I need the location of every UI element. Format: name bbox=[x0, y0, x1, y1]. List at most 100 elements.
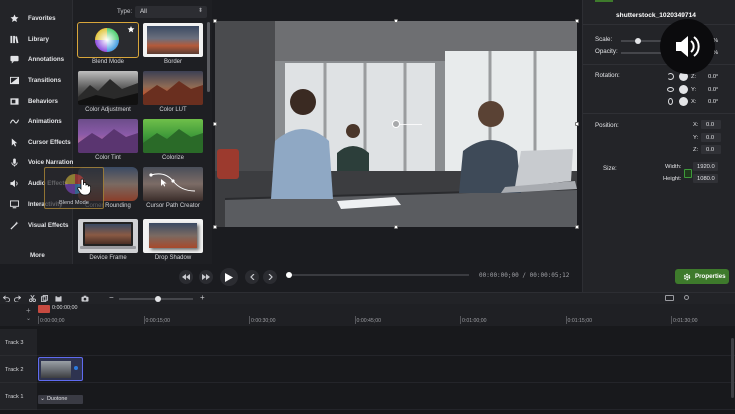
effect-tile-color-tint[interactable]: Color Tint bbox=[78, 119, 138, 164]
resize-handle-br[interactable] bbox=[575, 225, 579, 229]
previous-marker-button[interactable] bbox=[245, 270, 259, 284]
speaker-icon bbox=[10, 179, 19, 188]
resize-handle-b[interactable] bbox=[394, 225, 398, 229]
timeline-settings-icon[interactable] bbox=[684, 295, 689, 300]
effect-tile-label: Colorize bbox=[161, 155, 184, 161]
chevron-right-icon bbox=[268, 274, 273, 280]
timeline-snapshot-icon[interactable] bbox=[665, 295, 674, 301]
resize-handle-r[interactable] bbox=[575, 122, 579, 126]
nav-more-button[interactable]: More bbox=[30, 252, 45, 259]
duotone-effect-clip[interactable]: ⌄ Duotone bbox=[38, 395, 83, 404]
nav-transitions[interactable]: Transitions bbox=[0, 70, 73, 90]
resize-handle-bl[interactable] bbox=[213, 225, 217, 229]
rotation-y-dial[interactable] bbox=[679, 85, 688, 94]
position-y-field[interactable]: 0.0 bbox=[701, 133, 721, 142]
zoom-slider[interactable] bbox=[119, 296, 193, 302]
duotone-label: Duotone bbox=[47, 396, 68, 402]
zoom-in-icon[interactable]: + bbox=[200, 293, 205, 302]
color-adjustment-thumbnail bbox=[78, 71, 138, 105]
track-header-3[interactable]: Track 3 bbox=[0, 329, 37, 356]
effect-tile-border[interactable]: Border bbox=[143, 23, 203, 68]
track-header-1[interactable]: Track 1 bbox=[0, 383, 37, 410]
nav-library[interactable]: Library bbox=[0, 29, 73, 49]
timeline-tick-mark bbox=[460, 316, 461, 324]
step-forward-button[interactable] bbox=[199, 270, 213, 284]
effect-tile-color-adjustment[interactable]: Color Adjustment bbox=[78, 71, 138, 116]
copy-icon[interactable] bbox=[41, 295, 48, 302]
video-canvas[interactable] bbox=[215, 21, 577, 227]
position-x-field[interactable]: 0.0 bbox=[701, 120, 721, 129]
scrub-track[interactable] bbox=[286, 272, 469, 278]
timeline-ruler[interactable]: 0:00:00;00 + ⌄ 0:00:00;00 0:00:15;00 0:00:… bbox=[0, 304, 735, 326]
zoom-slider-knob[interactable] bbox=[155, 296, 161, 302]
track-collapse-icon[interactable]: ⌄ bbox=[26, 315, 31, 322]
resize-handle-tl[interactable] bbox=[213, 19, 217, 23]
effect-tile-colorize[interactable]: Colorize bbox=[143, 119, 203, 164]
position-y-value: 0.0 bbox=[706, 135, 715, 141]
timeline-tick-mark bbox=[354, 316, 356, 324]
step-forward-icon bbox=[202, 274, 210, 280]
nav-favorites[interactable]: Favorites bbox=[0, 8, 73, 28]
play-button[interactable] bbox=[220, 268, 238, 286]
paste-icon[interactable] bbox=[55, 295, 62, 302]
track-add-icon[interactable]: + bbox=[26, 306, 31, 315]
effect-tile-blend-mode[interactable]: Blend Mode bbox=[77, 22, 139, 68]
height-field[interactable]: 1080.0 bbox=[693, 174, 718, 183]
timeline-tick-mark bbox=[671, 316, 672, 324]
nav-behaviors[interactable]: Behaviors bbox=[0, 91, 73, 111]
next-marker-button[interactable] bbox=[263, 270, 277, 284]
scrub-knob[interactable] bbox=[286, 272, 292, 278]
video-clip-thumbnail bbox=[41, 361, 71, 378]
playhead-flag[interactable] bbox=[38, 305, 50, 313]
rotation-handle[interactable] bbox=[392, 120, 400, 128]
border-thumbnail bbox=[143, 23, 203, 57]
undo-icon[interactable] bbox=[3, 295, 10, 302]
nav-label: Transitions bbox=[28, 76, 62, 84]
zoom-out-icon[interactable]: − bbox=[109, 293, 114, 302]
track-header-2[interactable]: Track 2 bbox=[0, 356, 37, 383]
effect-tile-drop-shadow[interactable]: Drop Shadow bbox=[143, 219, 203, 264]
opacity-slider[interactable] bbox=[621, 52, 665, 54]
track-lane-2[interactable] bbox=[37, 356, 735, 383]
nav-cursor-effects[interactable]: Cursor Effects bbox=[0, 132, 73, 152]
rotate-y-icon bbox=[667, 87, 674, 92]
step-back-button[interactable] bbox=[179, 270, 193, 284]
effect-tile-cursor-path-creator[interactable]: Cursor Path Creator bbox=[143, 167, 203, 212]
video-clip[interactable] bbox=[38, 357, 83, 381]
effects-scrollbar[interactable] bbox=[207, 22, 210, 92]
drag-ghost-blend-mode: Blend Mode bbox=[44, 167, 104, 209]
rotation-x-value[interactable]: 0.0° bbox=[708, 99, 718, 105]
properties-button[interactable]: Properties bbox=[675, 269, 729, 284]
camera-icon[interactable] bbox=[81, 295, 89, 302]
wand-icon bbox=[10, 220, 19, 230]
redo-icon[interactable] bbox=[14, 295, 21, 302]
nav-annotations[interactable]: Annotations bbox=[0, 49, 73, 69]
timeline-tick-mark bbox=[565, 316, 567, 324]
type-filter-dropdown[interactable]: All ⬍ bbox=[135, 6, 207, 18]
lock-aspect-icon[interactable] bbox=[684, 169, 692, 178]
timeline-vertical-scrollbar[interactable] bbox=[731, 338, 734, 398]
rotation-z-value[interactable]: 0.0° bbox=[708, 74, 718, 80]
resize-handle-tr[interactable] bbox=[575, 19, 579, 23]
width-field[interactable]: 1920.0 bbox=[693, 162, 718, 171]
behavior-icon bbox=[10, 97, 19, 106]
timeline-tick-label: 0:00:45;00 bbox=[356, 318, 382, 324]
effect-tile-device-frame[interactable]: Device Frame bbox=[78, 219, 138, 264]
effect-tile-color-lut[interactable]: Color LUT bbox=[143, 71, 203, 116]
rotation-x-dial[interactable] bbox=[679, 97, 688, 106]
playback-bar: 00:00:00;00 / 00:00:05;12 bbox=[73, 264, 582, 292]
scale-slider[interactable] bbox=[621, 38, 665, 44]
position-z-field[interactable]: 0.0 bbox=[701, 145, 721, 154]
nav-animations[interactable]: Animations bbox=[0, 111, 73, 131]
scale-slider-knob[interactable] bbox=[635, 38, 641, 44]
nav-visual-effects[interactable]: Visual Effects bbox=[0, 215, 73, 235]
cursor-icon bbox=[10, 137, 19, 147]
track-lane-3[interactable] bbox=[37, 329, 735, 356]
resize-handle-t[interactable] bbox=[394, 19, 398, 23]
transition-icon bbox=[10, 76, 19, 85]
track-lane-1[interactable] bbox=[37, 383, 735, 410]
rotation-y-value[interactable]: 0.0° bbox=[708, 87, 718, 93]
cut-icon[interactable] bbox=[29, 295, 36, 302]
timeline-tick-label: 0:00:30;00 bbox=[251, 318, 276, 324]
resize-handle-l[interactable] bbox=[213, 122, 217, 126]
